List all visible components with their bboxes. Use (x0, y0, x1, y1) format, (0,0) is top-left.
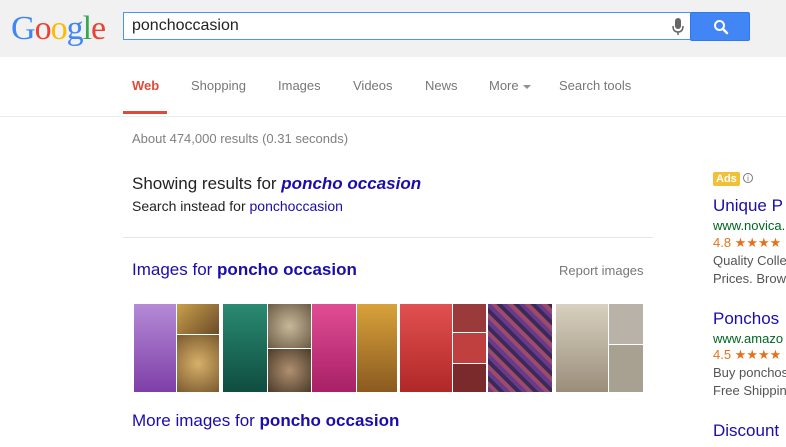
search-box[interactable] (123, 12, 694, 40)
corrected-query-link[interactable]: poncho occasion (281, 174, 421, 193)
image-thumb[interactable] (223, 304, 267, 392)
image-thumb[interactable] (453, 364, 486, 392)
active-tab-indicator (123, 111, 167, 114)
ad-description: Free Shippin (713, 383, 786, 398)
image-thumb[interactable] (556, 304, 608, 392)
image-thumb[interactable] (453, 304, 486, 332)
tab-more[interactable]: More (489, 78, 531, 93)
report-images-link[interactable]: Report images (559, 263, 644, 278)
ad-description: Quality Colle (713, 253, 786, 268)
image-thumb[interactable] (609, 304, 643, 344)
showing-results: Showing results for poncho occasion (132, 174, 422, 193)
search-button[interactable] (690, 12, 750, 41)
ad-title-link[interactable]: Discount (713, 421, 779, 441)
search-instead: Search instead for ponchoccasion (132, 198, 343, 214)
ad-rating: 4.8 ★★★★ (713, 235, 782, 250)
image-thumb[interactable] (400, 304, 452, 392)
tab-search-tools[interactable]: Search tools (559, 78, 631, 93)
image-thumb[interactable] (609, 345, 643, 392)
divider (123, 237, 653, 238)
microphone-icon[interactable] (672, 18, 684, 36)
ads-badge: Ads (713, 172, 740, 186)
search-header: Google (0, 0, 786, 57)
ad-title-link[interactable]: Unique P (713, 196, 783, 216)
tab-shopping[interactable]: Shopping (191, 78, 246, 93)
chevron-down-icon (522, 84, 531, 89)
result-stats: About 474,000 results (0.31 seconds) (132, 131, 349, 146)
images-heading-link[interactable]: Images for poncho occasion (132, 260, 357, 280)
tab-more-label: More (489, 78, 519, 93)
image-thumb[interactable] (268, 304, 311, 348)
ad-url: www.amazo (713, 331, 784, 346)
tab-web[interactable]: Web (132, 78, 159, 93)
ad-title-link[interactable]: Ponchos (713, 309, 779, 329)
google-logo[interactable]: Google (11, 9, 106, 49)
tab-images[interactable]: Images (278, 78, 321, 93)
more-images-link[interactable]: More images for poncho occasion (132, 411, 399, 431)
search-tabs: Web Shopping Images Videos News More Sea… (0, 57, 786, 117)
ad-rating: 4.5 ★★★★ (713, 347, 782, 362)
ad-description: Buy ponchos (713, 365, 786, 380)
image-thumb[interactable] (177, 335, 219, 392)
image-thumb[interactable] (357, 304, 397, 392)
tab-news[interactable]: News (425, 78, 458, 93)
image-thumb[interactable] (453, 333, 486, 363)
ad-description: Prices. Brow (713, 271, 786, 286)
image-thumb[interactable] (312, 304, 356, 392)
image-thumb[interactable] (488, 304, 552, 392)
original-query-link[interactable]: ponchoccasion (250, 198, 343, 214)
ad-url: www.novica. (713, 218, 786, 233)
info-icon[interactable]: i (743, 173, 753, 183)
search-icon (714, 20, 729, 35)
image-thumb[interactable] (268, 349, 311, 392)
image-thumb[interactable] (134, 304, 176, 392)
image-thumb[interactable] (177, 304, 219, 334)
search-input[interactable] (132, 13, 652, 39)
tab-videos[interactable]: Videos (353, 78, 393, 93)
